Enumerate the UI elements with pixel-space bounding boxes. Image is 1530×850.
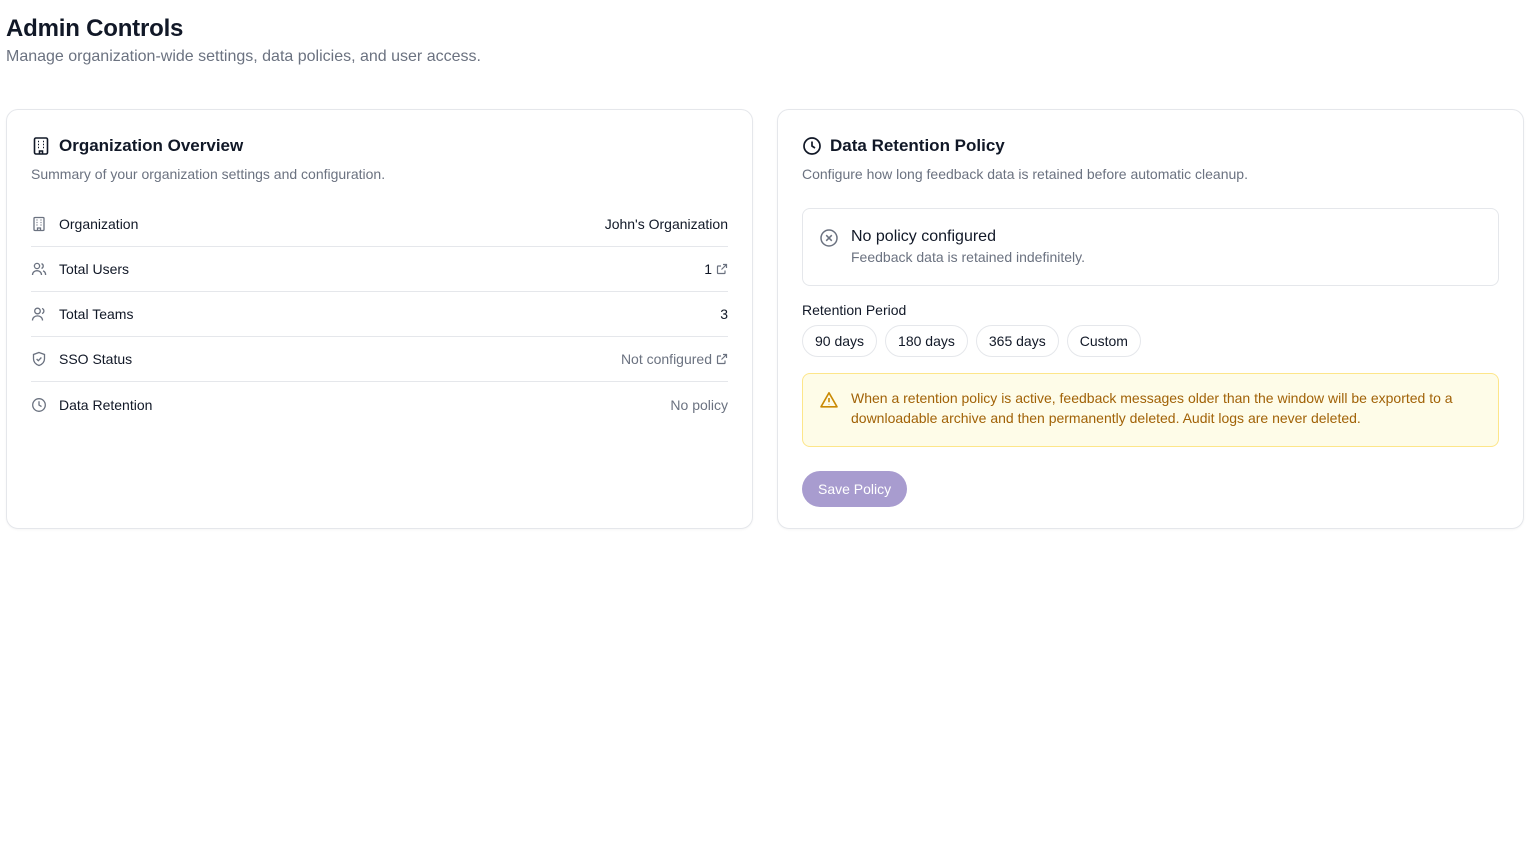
- card-header: Data Retention Policy: [802, 135, 1499, 157]
- row-label: Total Users: [59, 261, 130, 277]
- cards-grid: Organization Overview Summary of your or…: [6, 109, 1524, 529]
- data-retention-value: No policy: [670, 396, 728, 413]
- warning-text: When a retention policy is active, feedb…: [851, 390, 1453, 426]
- card-title: Data Retention Policy: [830, 136, 1005, 155]
- retention-period-label: Retention Period: [802, 302, 907, 318]
- overview-row-sso-status: SSO Status Not configured: [31, 337, 728, 382]
- x-circle-icon: [819, 227, 839, 267]
- card-title: Organization Overview: [59, 136, 244, 155]
- save-policy-button[interactable]: Save Policy: [802, 471, 908, 507]
- sso-status-value: Not configured: [620, 351, 712, 367]
- page-subtitle: Manage organization-wide settings, data …: [6, 48, 481, 65]
- card-description: Summary of your organization settings an…: [31, 166, 386, 182]
- admin-controls-page: Admin Controls Manage organization-wide …: [0, 0, 1530, 529]
- page-title: Admin Controls: [6, 15, 184, 42]
- building-icon: [31, 136, 51, 156]
- row-label: Organization: [59, 216, 139, 232]
- retention-warning: When a retention policy is active, feedb…: [802, 373, 1499, 447]
- sso-status-link[interactable]: Not configured: [621, 351, 728, 367]
- external-link-icon: [716, 263, 728, 275]
- building-icon: [31, 216, 47, 232]
- warning-triangle-icon: [819, 390, 839, 430]
- overview-row-data-retention: Data Retention No policy: [31, 382, 728, 427]
- option-90-days[interactable]: 90 days: [802, 325, 878, 357]
- overview-row-organization: Organization John's Organization: [31, 202, 728, 247]
- organization-overview-card: Organization Overview Summary of your or…: [6, 109, 753, 529]
- shield-icon: [31, 351, 47, 367]
- row-label: Data Retention: [59, 396, 153, 413]
- organization-name-value: John's Organization: [604, 216, 728, 232]
- clock-icon: [31, 397, 47, 413]
- retention-period-options: 90 days 180 days 365 days Custom: [802, 325, 1499, 357]
- team-icon: [31, 306, 47, 322]
- total-users-link[interactable]: 1: [704, 261, 728, 277]
- option-custom[interactable]: Custom: [1066, 325, 1141, 357]
- policy-status-box: No policy configured Feedback data is re…: [802, 208, 1499, 286]
- policy-status-title: No policy configured: [851, 228, 996, 245]
- clock-icon: [802, 136, 822, 156]
- data-retention-card: Data Retention Policy Configure how long…: [777, 109, 1524, 529]
- overview-row-total-teams: Total Teams 3: [31, 292, 728, 337]
- overview-rows: Organization John's Organization Total U…: [31, 202, 728, 427]
- option-180-days[interactable]: 180 days: [885, 325, 968, 357]
- policy-status-subtitle: Feedback data is retained indefinitely.: [851, 249, 1085, 265]
- overview-row-total-users: Total Users 1: [31, 247, 728, 292]
- row-label: Total Teams: [59, 306, 134, 322]
- row-label: SSO Status: [59, 351, 133, 367]
- total-users-value: 1: [704, 261, 712, 277]
- total-teams-value: 3: [720, 306, 728, 322]
- card-description: Configure how long feedback data is reta…: [802, 166, 1248, 182]
- option-365-days[interactable]: 365 days: [975, 325, 1059, 357]
- external-link-icon: [716, 353, 728, 365]
- card-header: Organization Overview: [31, 135, 728, 157]
- users-icon: [31, 261, 47, 277]
